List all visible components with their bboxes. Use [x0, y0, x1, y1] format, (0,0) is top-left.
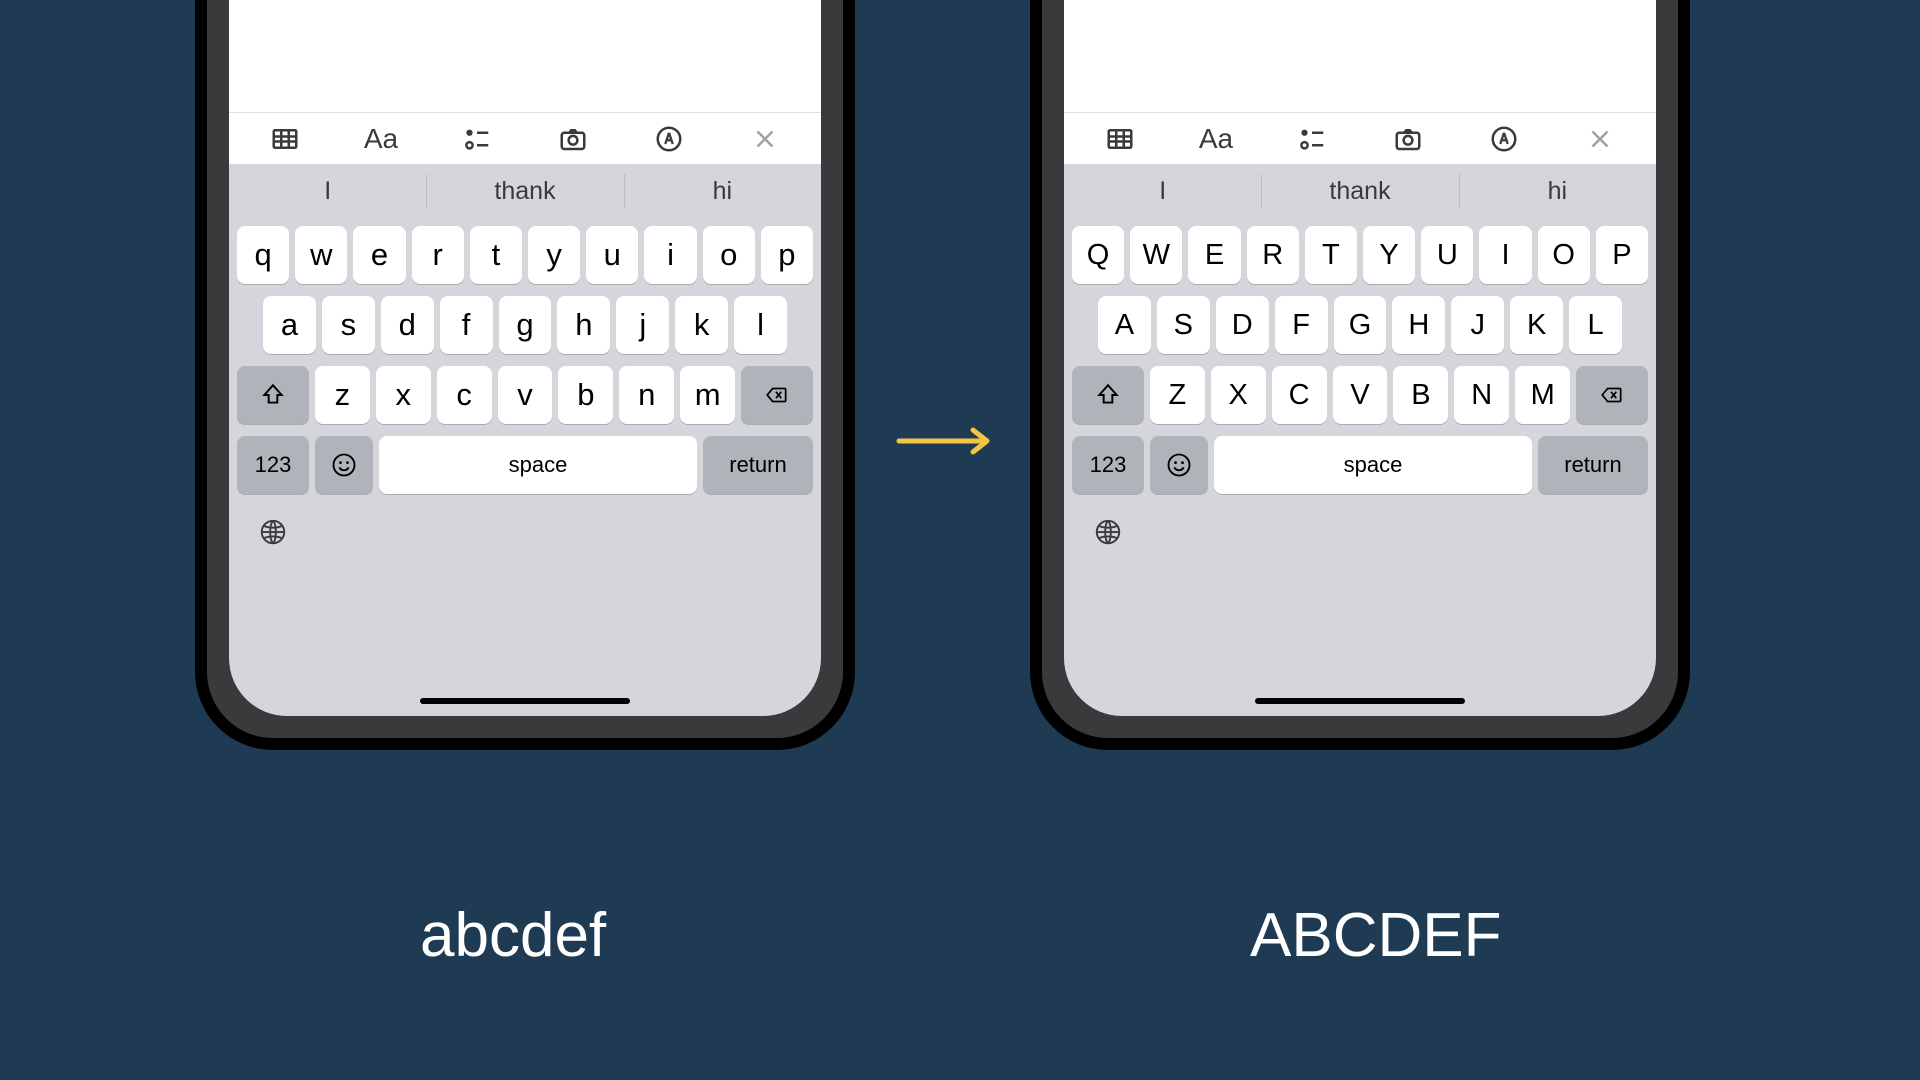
key-e[interactable]: E — [1188, 226, 1240, 284]
key-f[interactable]: f — [440, 296, 493, 354]
key-t[interactable]: T — [1305, 226, 1357, 284]
table-icon[interactable] — [264, 118, 306, 160]
key-z[interactable]: Z — [1150, 366, 1205, 424]
key-n[interactable]: N — [1454, 366, 1509, 424]
key-w[interactable]: W — [1130, 226, 1182, 284]
suggestion[interactable]: thank — [1261, 164, 1458, 218]
key-t[interactable]: t — [470, 226, 522, 284]
key-l[interactable]: L — [1569, 296, 1622, 354]
key-a[interactable]: a — [263, 296, 316, 354]
key-g[interactable]: g — [499, 296, 552, 354]
phone-uppercase: Aa I thank hi Q W E R T Y U I O P A S D … — [1030, 0, 1690, 750]
globe-icon[interactable] — [1090, 514, 1126, 550]
emoji-key[interactable] — [1150, 436, 1208, 494]
home-indicator[interactable] — [420, 698, 630, 704]
text-format-icon[interactable]: Aa — [360, 118, 402, 160]
key-r[interactable]: r — [412, 226, 464, 284]
key-h[interactable]: H — [1392, 296, 1445, 354]
key-q[interactable]: q — [237, 226, 289, 284]
key-v[interactable]: V — [1333, 366, 1388, 424]
numbers-key[interactable]: 123 — [1072, 436, 1144, 494]
key-k[interactable]: k — [675, 296, 728, 354]
caption-lowercase: abcdef — [420, 900, 606, 971]
camera-icon[interactable] — [1387, 118, 1429, 160]
key-i[interactable]: i — [644, 226, 696, 284]
key-k[interactable]: K — [1510, 296, 1563, 354]
table-icon[interactable] — [1099, 118, 1141, 160]
key-y[interactable]: Y — [1363, 226, 1415, 284]
key-y[interactable]: y — [528, 226, 580, 284]
phone-lowercase: Aa I thank hi q w e r t y u i o p a s d … — [195, 0, 855, 750]
key-e[interactable]: e — [353, 226, 405, 284]
key-d[interactable]: d — [381, 296, 434, 354]
key-d[interactable]: D — [1216, 296, 1269, 354]
numbers-key[interactable]: 123 — [237, 436, 309, 494]
key-j[interactable]: j — [616, 296, 669, 354]
key-p[interactable]: p — [761, 226, 813, 284]
key-b[interactable]: b — [558, 366, 613, 424]
globe-icon[interactable] — [255, 514, 291, 550]
camera-icon[interactable] — [552, 118, 594, 160]
markup-icon[interactable] — [648, 118, 690, 160]
key-q[interactable]: Q — [1072, 226, 1124, 284]
markup-icon[interactable] — [1483, 118, 1525, 160]
emoji-key[interactable] — [315, 436, 373, 494]
backspace-key[interactable] — [1576, 366, 1648, 424]
key-u[interactable]: u — [586, 226, 638, 284]
key-w[interactable]: w — [295, 226, 347, 284]
key-r[interactable]: R — [1247, 226, 1299, 284]
key-f[interactable]: F — [1275, 296, 1328, 354]
caption-uppercase: ABCDEF — [1250, 900, 1501, 971]
key-o[interactable]: O — [1538, 226, 1590, 284]
space-key[interactable]: space — [379, 436, 697, 494]
key-x[interactable]: x — [376, 366, 431, 424]
key-p[interactable]: P — [1596, 226, 1648, 284]
suggestion-bar: I thank hi — [1064, 164, 1656, 218]
key-o[interactable]: o — [703, 226, 755, 284]
arrow-icon — [895, 426, 1005, 456]
key-c[interactable]: C — [1272, 366, 1327, 424]
key-s[interactable]: S — [1157, 296, 1210, 354]
suggestion-bar: I thank hi — [229, 164, 821, 218]
key-c[interactable]: c — [437, 366, 492, 424]
key-b[interactable]: B — [1393, 366, 1448, 424]
suggestion[interactable]: thank — [426, 164, 623, 218]
home-indicator[interactable] — [1255, 698, 1465, 704]
close-icon[interactable] — [1579, 118, 1621, 160]
suggestion[interactable]: hi — [624, 164, 821, 218]
return-key[interactable]: return — [703, 436, 813, 494]
key-h[interactable]: h — [557, 296, 610, 354]
close-icon[interactable] — [744, 118, 786, 160]
shift-key[interactable] — [1072, 366, 1144, 424]
keyboard-toolbar: Aa — [1064, 112, 1656, 165]
key-z[interactable]: z — [315, 366, 370, 424]
key-a[interactable]: A — [1098, 296, 1151, 354]
key-i[interactable]: I — [1479, 226, 1531, 284]
suggestion[interactable]: I — [1064, 164, 1261, 218]
checklist-icon[interactable] — [1291, 118, 1333, 160]
key-l[interactable]: l — [734, 296, 787, 354]
key-g[interactable]: G — [1334, 296, 1387, 354]
key-s[interactable]: s — [322, 296, 375, 354]
text-area[interactable] — [1064, 0, 1656, 112]
checklist-icon[interactable] — [456, 118, 498, 160]
suggestion[interactable]: hi — [1459, 164, 1656, 218]
suggestion[interactable]: I — [229, 164, 426, 218]
key-x[interactable]: X — [1211, 366, 1266, 424]
backspace-key[interactable] — [741, 366, 813, 424]
space-key[interactable]: space — [1214, 436, 1532, 494]
key-m[interactable]: M — [1515, 366, 1570, 424]
text-format-icon[interactable]: Aa — [1195, 118, 1237, 160]
key-j[interactable]: J — [1451, 296, 1504, 354]
return-key[interactable]: return — [1538, 436, 1648, 494]
key-u[interactable]: U — [1421, 226, 1473, 284]
keyboard-toolbar: Aa — [229, 112, 821, 165]
key-n[interactable]: n — [619, 366, 674, 424]
shift-key[interactable] — [237, 366, 309, 424]
key-v[interactable]: v — [498, 366, 553, 424]
key-m[interactable]: m — [680, 366, 735, 424]
text-area[interactable] — [229, 0, 821, 112]
